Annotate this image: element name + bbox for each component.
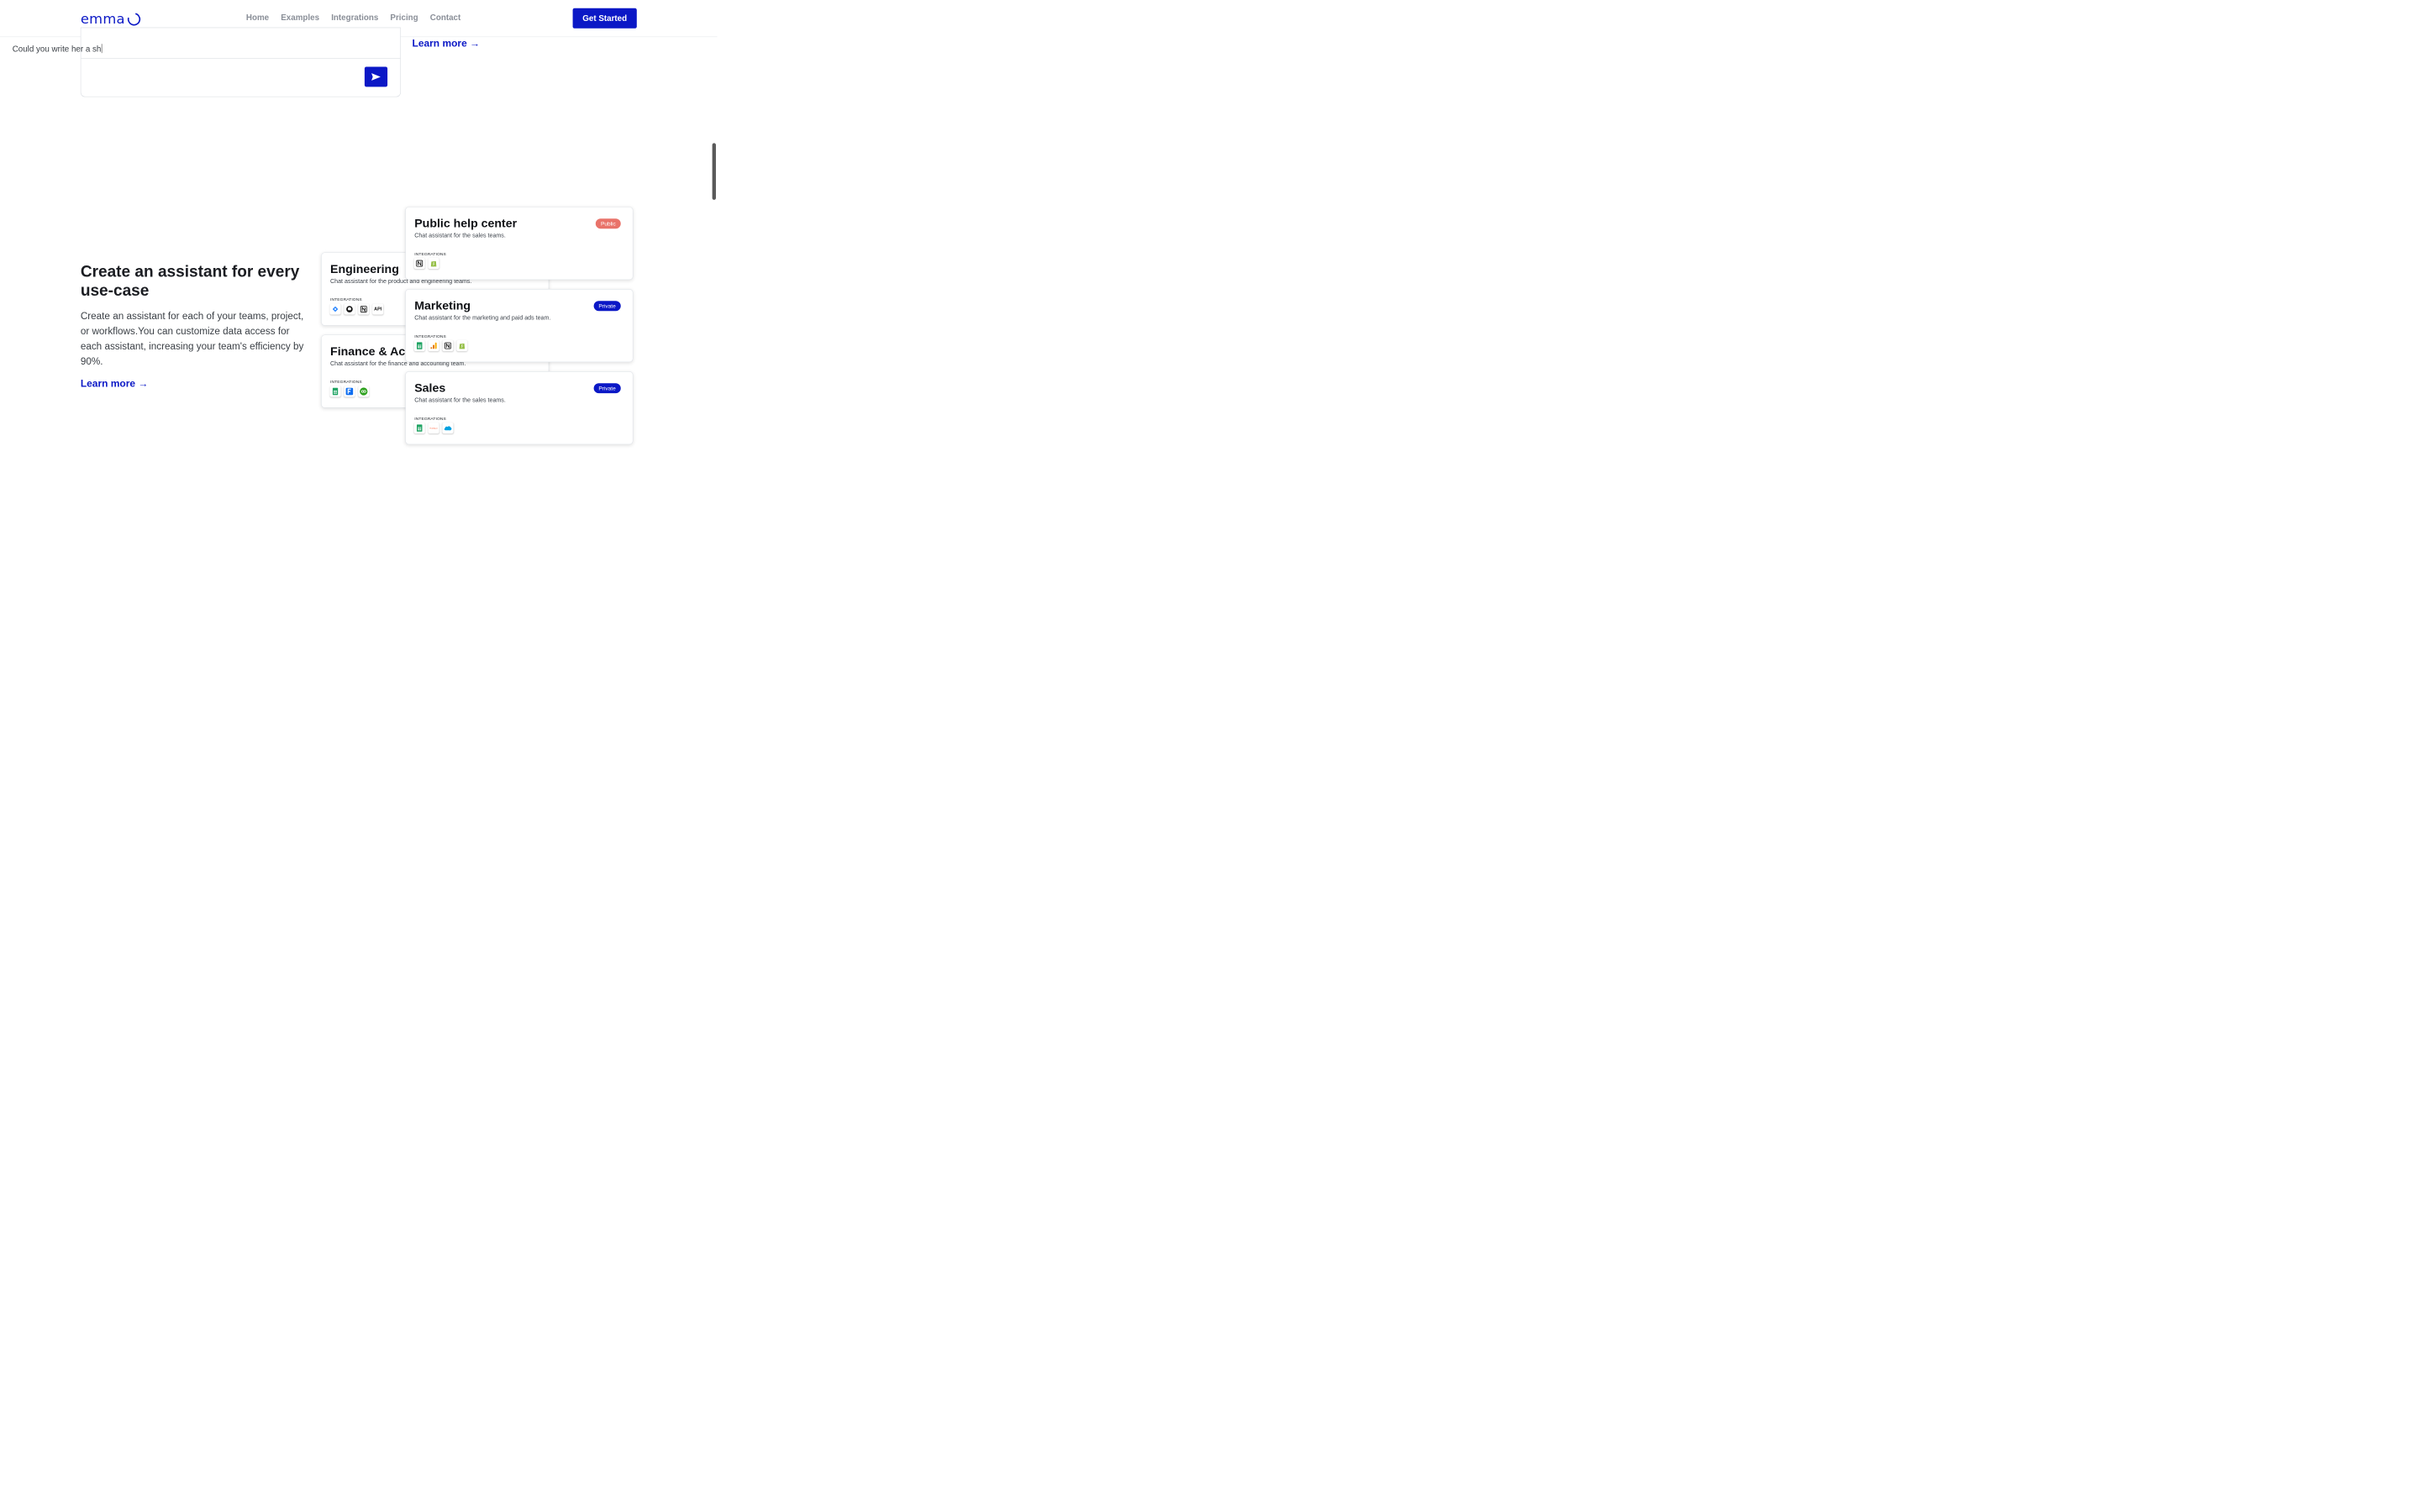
- google-sheets-icon: [413, 423, 425, 434]
- private-badge: Private: [593, 301, 621, 312]
- integrations-label: INTEGRATIONS: [330, 379, 362, 385]
- nav-pricing[interactable]: Pricing: [390, 13, 418, 22]
- section-description: Create an assistant for each of your tea…: [80, 310, 304, 367]
- section-title: Create an assistant for every use-case: [80, 262, 300, 300]
- marketing-card[interactable]: Marketing Chat assistant for the marketi…: [405, 289, 634, 363]
- integration-icons: [413, 340, 468, 352]
- notion-icon: [413, 258, 425, 270]
- google-sheets-icon: [413, 340, 425, 352]
- get-started-button[interactable]: Get Started: [572, 8, 637, 29]
- private-badge: Private: [593, 383, 621, 394]
- integration-icons: HubSpot: [413, 423, 454, 434]
- card-subtitle: Chat assistant for the marketing and pai…: [414, 314, 551, 322]
- integration-icons: API: [329, 303, 384, 315]
- jira-icon: [329, 303, 341, 315]
- main-nav: Home Examples Integrations Pricing Conta…: [246, 13, 460, 22]
- shopify-icon: [456, 340, 468, 352]
- card-title: Public help center: [414, 216, 518, 230]
- learn-more-link-top[interactable]: Learn more →: [413, 38, 481, 50]
- freshbooks-icon: [344, 386, 355, 397]
- chat-input-text: Could you write her a sh: [12, 44, 102, 54]
- text-caret: [101, 44, 103, 54]
- google-analytics-icon: [428, 340, 439, 352]
- hubspot-label: HubSpot: [429, 427, 438, 429]
- card-title: Engineering: [330, 261, 399, 276]
- google-sheets-icon: [329, 386, 341, 397]
- sales-card[interactable]: Sales Chat assistant for the sales teams…: [405, 371, 634, 445]
- integrations-label: INTEGRATIONS: [414, 333, 446, 339]
- api-label: API: [374, 307, 382, 312]
- public-badge: Public: [595, 218, 621, 229]
- learn-more-link[interactable]: Learn more →: [81, 378, 149, 390]
- api-icon: API: [372, 303, 384, 315]
- quickbooks-icon: [358, 386, 370, 397]
- integrations-label: INTEGRATIONS: [330, 297, 362, 302]
- shopify-icon: [428, 258, 439, 270]
- nav-home[interactable]: Home: [246, 13, 269, 22]
- integrations-label: INTEGRATIONS: [414, 416, 446, 421]
- hubspot-icon: HubSpot: [428, 423, 439, 434]
- send-icon: [371, 73, 381, 81]
- page-wrapper: emma Home Examples Integrations Pricing …: [0, 0, 1318, 823]
- card-title: Marketing: [414, 298, 471, 312]
- chat-input[interactable]: Could you write her a sh: [13, 44, 103, 54]
- page-root: emma Home Examples Integrations Pricing …: [0, 0, 718, 449]
- chat-messages-area: [81, 28, 401, 59]
- nav-contact[interactable]: Contact: [430, 13, 460, 22]
- card-subtitle: Chat assistant for the sales teams.: [414, 396, 506, 404]
- logo-text: emma: [80, 11, 125, 28]
- card-subtitle: Chat assistant for the sales teams.: [414, 232, 506, 239]
- public-help-center-card[interactable]: Public help center Chat assistant for th…: [405, 207, 634, 281]
- integration-icons: [329, 386, 370, 397]
- card-title: Sales: [414, 381, 446, 395]
- brand-logo[interactable]: emma: [80, 10, 144, 29]
- chat-demo-box: [80, 27, 401, 97]
- integration-icons: [413, 258, 439, 270]
- notion-icon: [442, 340, 454, 352]
- logo-mark-icon: [125, 10, 144, 29]
- salesforce-icon: [442, 423, 454, 434]
- send-button[interactable]: [364, 66, 388, 87]
- notion-icon: [358, 303, 370, 315]
- nav-integrations[interactable]: Integrations: [331, 13, 378, 22]
- integrations-label: INTEGRATIONS: [414, 251, 446, 256]
- scrollbar-thumb[interactable]: [712, 143, 716, 200]
- nav-examples[interactable]: Examples: [281, 13, 319, 22]
- github-icon: [344, 303, 355, 315]
